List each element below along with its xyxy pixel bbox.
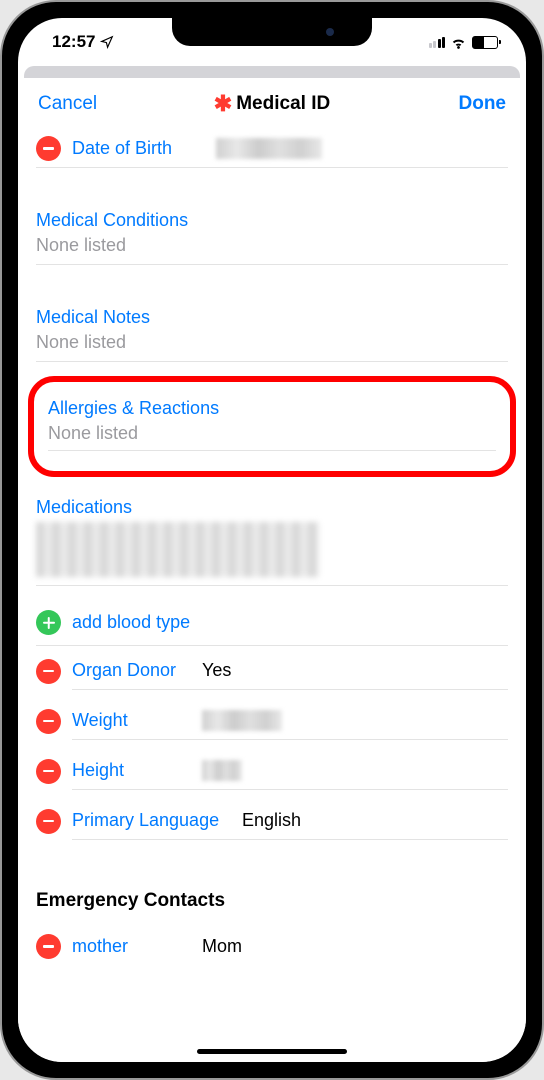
contact-name[interactable]: Mom: [202, 936, 242, 957]
remove-icon[interactable]: [36, 809, 61, 834]
content-scroll[interactable]: Date of Birth Mar 23, 1984 Medical Condi…: [18, 130, 526, 1062]
language-label: Primary Language: [72, 810, 242, 831]
blood-type-row[interactable]: add blood type: [36, 600, 508, 646]
done-button[interactable]: Done: [459, 93, 507, 115]
cancel-button[interactable]: Cancel: [38, 93, 97, 115]
conditions-field[interactable]: Medical Conditions None listed: [36, 196, 508, 265]
organ-donor-row[interactable]: Organ Donor Yes: [36, 646, 508, 696]
background-card: [24, 66, 520, 78]
conditions-label: Medical Conditions: [36, 210, 508, 231]
wifi-icon: [450, 36, 467, 49]
remove-icon[interactable]: [36, 709, 61, 734]
height-label: Height: [72, 760, 202, 781]
medical-id-modal: Cancel ✱ Medical ID Done Date of Birth M…: [18, 78, 526, 1062]
remove-icon[interactable]: [36, 759, 61, 784]
weight-row[interactable]: Weight 150 lb: [36, 696, 508, 746]
allergies-field[interactable]: Allergies & Reactions None listed: [48, 398, 496, 451]
phone-frame: 12:57 Cancel ✱ Medical ID Done: [0, 0, 544, 1080]
allergies-label: Allergies & Reactions: [48, 398, 496, 419]
notes-value[interactable]: None listed: [36, 332, 508, 353]
modal-title-text: Medical ID: [236, 93, 330, 115]
dob-label: Date of Birth: [72, 138, 216, 159]
emergency-contacts-header: Emergency Contacts: [36, 874, 508, 922]
notes-field[interactable]: Medical Notes None listed: [36, 293, 508, 362]
modal-title: ✱ Medical ID: [214, 91, 330, 117]
weight-label: Weight: [72, 710, 202, 731]
medications-label: Medications: [36, 497, 508, 518]
weight-value[interactable]: 150 lb: [202, 710, 282, 731]
language-row[interactable]: Primary Language English: [36, 796, 508, 846]
screen: 12:57 Cancel ✱ Medical ID Done: [18, 18, 526, 1062]
height-value[interactable]: 5 7: [202, 760, 242, 781]
blood-type-label: add blood type: [72, 612, 190, 633]
language-value[interactable]: English: [242, 810, 301, 831]
modal-header: Cancel ✱ Medical ID Done: [18, 78, 526, 130]
location-arrow-icon: [100, 35, 114, 49]
emergency-contact-row[interactable]: mother Mom: [36, 922, 508, 971]
contact-relation: mother: [72, 936, 202, 957]
remove-icon[interactable]: [36, 934, 61, 959]
signal-icon: [429, 37, 446, 48]
conditions-value[interactable]: None listed: [36, 235, 508, 256]
medications-field[interactable]: Medications: [36, 483, 508, 586]
height-row[interactable]: Height 5 7: [36, 746, 508, 796]
medications-value[interactable]: [36, 522, 319, 577]
notch: [172, 18, 372, 46]
medical-star-icon: ✱: [214, 91, 232, 117]
remove-icon[interactable]: [36, 136, 61, 161]
add-icon[interactable]: [36, 610, 61, 635]
dob-value[interactable]: Mar 23, 1984: [216, 138, 322, 159]
status-time: 12:57: [52, 32, 95, 52]
organ-donor-value[interactable]: Yes: [202, 660, 231, 681]
dob-row[interactable]: Date of Birth Mar 23, 1984: [36, 130, 508, 168]
allergies-highlight: Allergies & Reactions None listed: [28, 376, 516, 477]
notes-label: Medical Notes: [36, 307, 508, 328]
remove-icon[interactable]: [36, 659, 61, 684]
battery-icon: [472, 36, 498, 49]
allergies-value[interactable]: None listed: [48, 423, 496, 444]
organ-donor-label: Organ Donor: [72, 660, 202, 681]
home-indicator[interactable]: [197, 1049, 347, 1054]
